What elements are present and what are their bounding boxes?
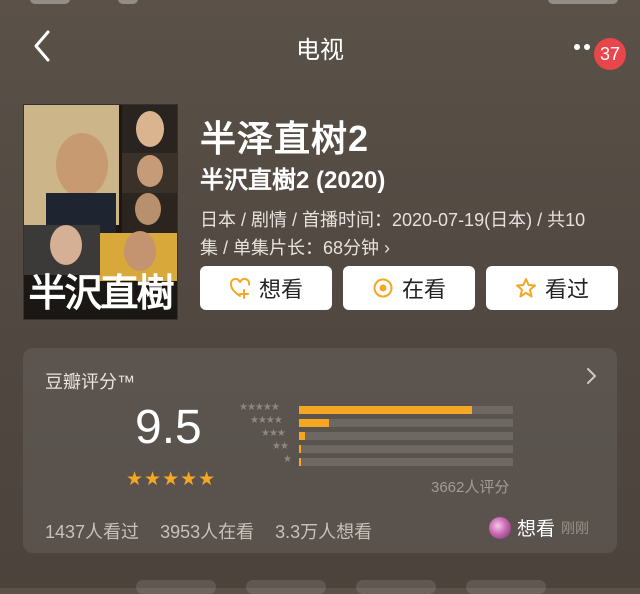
bar-track xyxy=(299,458,513,466)
want-to-watch-button[interactable]: 想看 xyxy=(200,266,332,310)
page-title: 电视 xyxy=(296,37,344,64)
status-indicator xyxy=(30,0,70,4)
friend-time: 刚刚 xyxy=(561,519,590,536)
bar-row-1: ★ xyxy=(239,454,539,468)
watched-button[interactable]: 看过 xyxy=(486,266,618,310)
watching-label: 在看 xyxy=(401,277,446,302)
original-title: 半沢直樹2 (2020) xyxy=(200,167,386,194)
star-outline-icon xyxy=(515,278,536,298)
target-circle-icon xyxy=(373,278,393,298)
rating-score: 9.5 xyxy=(135,401,202,454)
star-level-icon: ★★★ xyxy=(261,428,286,439)
status-bar xyxy=(0,0,640,10)
rating-card[interactable]: 豆瓣评分™ 9.5 ★★★★★ ★★★★★ ★★★★ ★★★ ★★ ★ 3662… xyxy=(23,348,617,553)
chevron-right-icon[interactable] xyxy=(579,364,603,388)
star-level-icon: ★★ xyxy=(272,441,289,452)
meta-line: 日本 / 剧情 / 首播时间：2020-07-19(日本) / 共10 xyxy=(200,210,586,230)
friend-action: 想看 xyxy=(517,519,556,540)
status-indicator xyxy=(118,0,138,4)
friend-activity[interactable]: 想看 刚刚 xyxy=(489,514,589,541)
watching-count[interactable]: 3953人在看 xyxy=(160,522,254,542)
watch-stats: 1437人看过 3953人在看 3.3万人想看 xyxy=(45,518,388,544)
star-level-icon: ★★★★ xyxy=(250,415,283,426)
rating-count: 3662人评分 xyxy=(431,479,510,496)
top-nav: 电视 37 xyxy=(0,18,640,74)
watched-count[interactable]: 1437人看过 xyxy=(45,522,139,542)
bar-track xyxy=(299,406,513,414)
watched-label: 看过 xyxy=(544,277,589,302)
bar-track xyxy=(299,445,513,453)
tab-pill[interactable] xyxy=(246,580,326,594)
movie-title: 半泽直树2 xyxy=(200,118,370,159)
poster-title: 半沢直樹 xyxy=(28,271,174,315)
rating-label: 豆瓣评分™ xyxy=(45,372,135,392)
bar-row-5: ★★★★★ xyxy=(239,402,539,416)
tab-pill[interactable] xyxy=(466,580,546,594)
want-label: 想看 xyxy=(258,277,303,302)
bar-fill-2 xyxy=(299,445,301,453)
status-indicator xyxy=(548,0,618,4)
avatar xyxy=(489,516,511,539)
notification-badge[interactable]: 37 xyxy=(594,38,626,70)
star-level-icon: ★ xyxy=(283,454,292,465)
chevron-right-icon: › xyxy=(384,238,391,258)
tab-pill[interactable] xyxy=(136,580,216,594)
bar-track xyxy=(299,419,513,427)
tab-pill[interactable] xyxy=(356,580,436,594)
rating-stars: ★★★★★ xyxy=(126,469,217,490)
bar-fill-5 xyxy=(299,406,472,414)
watching-button[interactable]: 在看 xyxy=(343,266,475,310)
bar-fill-1 xyxy=(299,458,301,466)
meta-line: 集 / 单集片长：68分钟 xyxy=(200,238,380,258)
want-count[interactable]: 3.3万人想看 xyxy=(275,522,372,542)
poster-image[interactable]: 半沢直樹 xyxy=(23,104,178,320)
bar-track xyxy=(299,432,513,440)
bar-fill-4 xyxy=(299,419,329,427)
meta-line-2: 集 / 单集片长：68分钟 › xyxy=(200,234,620,262)
bar-fill-3 xyxy=(299,432,305,440)
star-level-icon: ★★★★★ xyxy=(239,402,280,413)
heart-plus-icon xyxy=(229,277,251,299)
bottom-tabs xyxy=(0,576,640,594)
movie-meta[interactable]: 日本 / 剧情 / 首播时间：2020-07-19(日本) / 共10 集 / … xyxy=(200,206,620,262)
